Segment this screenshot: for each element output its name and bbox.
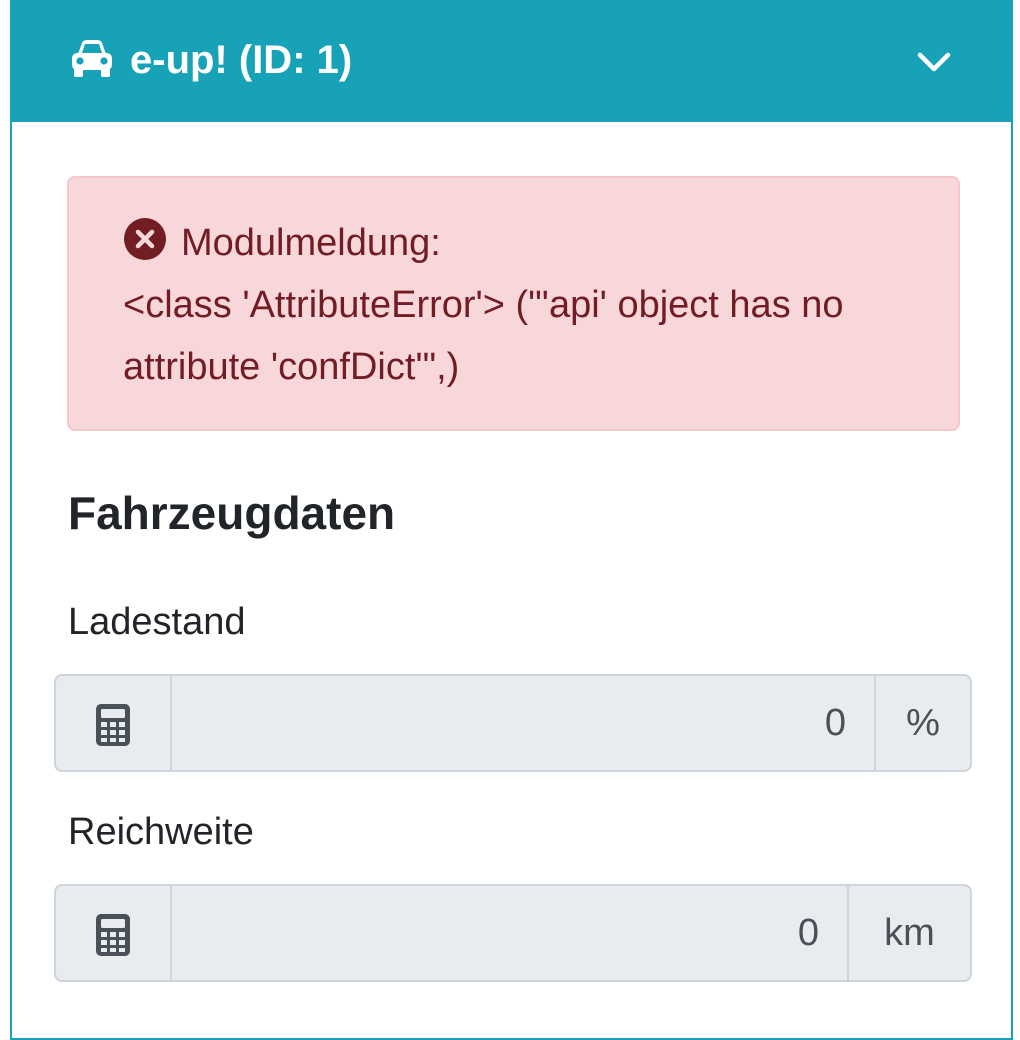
- alert-message-line-1: <class 'AttributeError'> ("'api' object …: [123, 284, 844, 326]
- car-icon: [72, 40, 112, 77]
- field-label-ladestand: Ladestand: [68, 601, 246, 643]
- error-circle-icon: [124, 218, 166, 260]
- alert-heading: Modulmeldung:: [181, 222, 441, 264]
- calculator-icon: [96, 704, 130, 746]
- field-label-reichweite: Reichweite: [68, 811, 254, 853]
- card-header[interactable]: e-up! (ID: 1): [12, 0, 1011, 122]
- calculator-icon: [96, 914, 130, 956]
- vehicle-card: e-up! (ID: 1) Modulmeldung: <class 'Attr…: [10, 0, 1013, 1040]
- chevron-down-icon[interactable]: [914, 42, 954, 82]
- card-title: e-up! (ID: 1): [130, 38, 353, 82]
- input-prepend: [56, 676, 172, 770]
- input-prepend: [56, 886, 172, 980]
- input-group-ladestand: 0 %: [54, 674, 972, 772]
- section-title: Fahrzeugdaten: [68, 487, 396, 539]
- reichweite-unit: km: [847, 886, 970, 980]
- input-group-reichweite: 0 km: [54, 884, 972, 982]
- reichweite-value-field[interactable]: 0: [172, 886, 851, 980]
- ladestand-value-field[interactable]: 0: [172, 676, 878, 770]
- ladestand-unit: %: [874, 676, 970, 770]
- alert-heading-row: Modulmeldung:: [123, 212, 943, 274]
- error-alert: Modulmeldung: <class 'AttributeError'> (…: [67, 176, 960, 431]
- alert-message-line-2: attribute 'confDict'",): [123, 346, 460, 388]
